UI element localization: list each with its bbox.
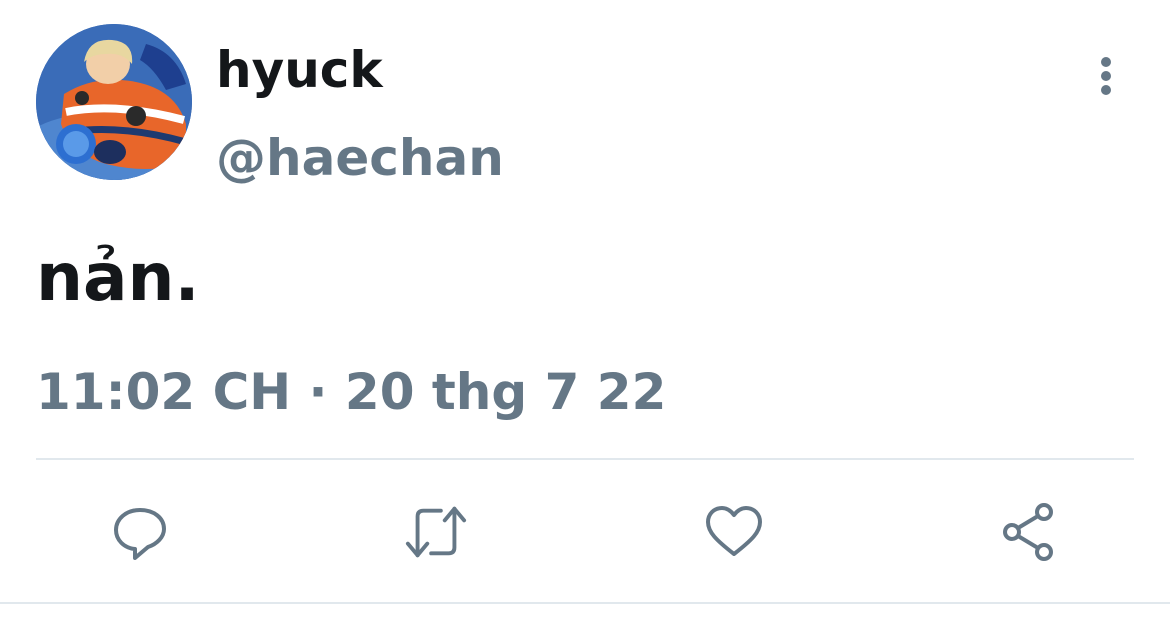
heart-icon xyxy=(706,506,762,556)
like-button[interactable] xyxy=(702,500,766,564)
retweet-button[interactable] xyxy=(404,500,468,564)
reply-icon xyxy=(114,508,166,560)
more-options-button[interactable] xyxy=(1086,52,1126,100)
divider xyxy=(0,602,1170,604)
tweet-text: nản. xyxy=(36,239,200,316)
display-name[interactable]: hyuck xyxy=(216,36,383,104)
more-vertical-icon xyxy=(1101,57,1111,95)
avatar[interactable] xyxy=(36,24,192,180)
tweet-timestamp[interactable]: 11:02 CH · 20 thg 7 22 xyxy=(36,360,666,424)
avatar-photo xyxy=(36,24,192,180)
divider xyxy=(36,458,1134,460)
share-button[interactable] xyxy=(998,500,1062,564)
retweet-icon xyxy=(405,506,467,558)
reply-button[interactable] xyxy=(108,500,172,564)
share-icon xyxy=(1003,503,1053,561)
username-handle[interactable]: @haechan xyxy=(216,124,504,192)
